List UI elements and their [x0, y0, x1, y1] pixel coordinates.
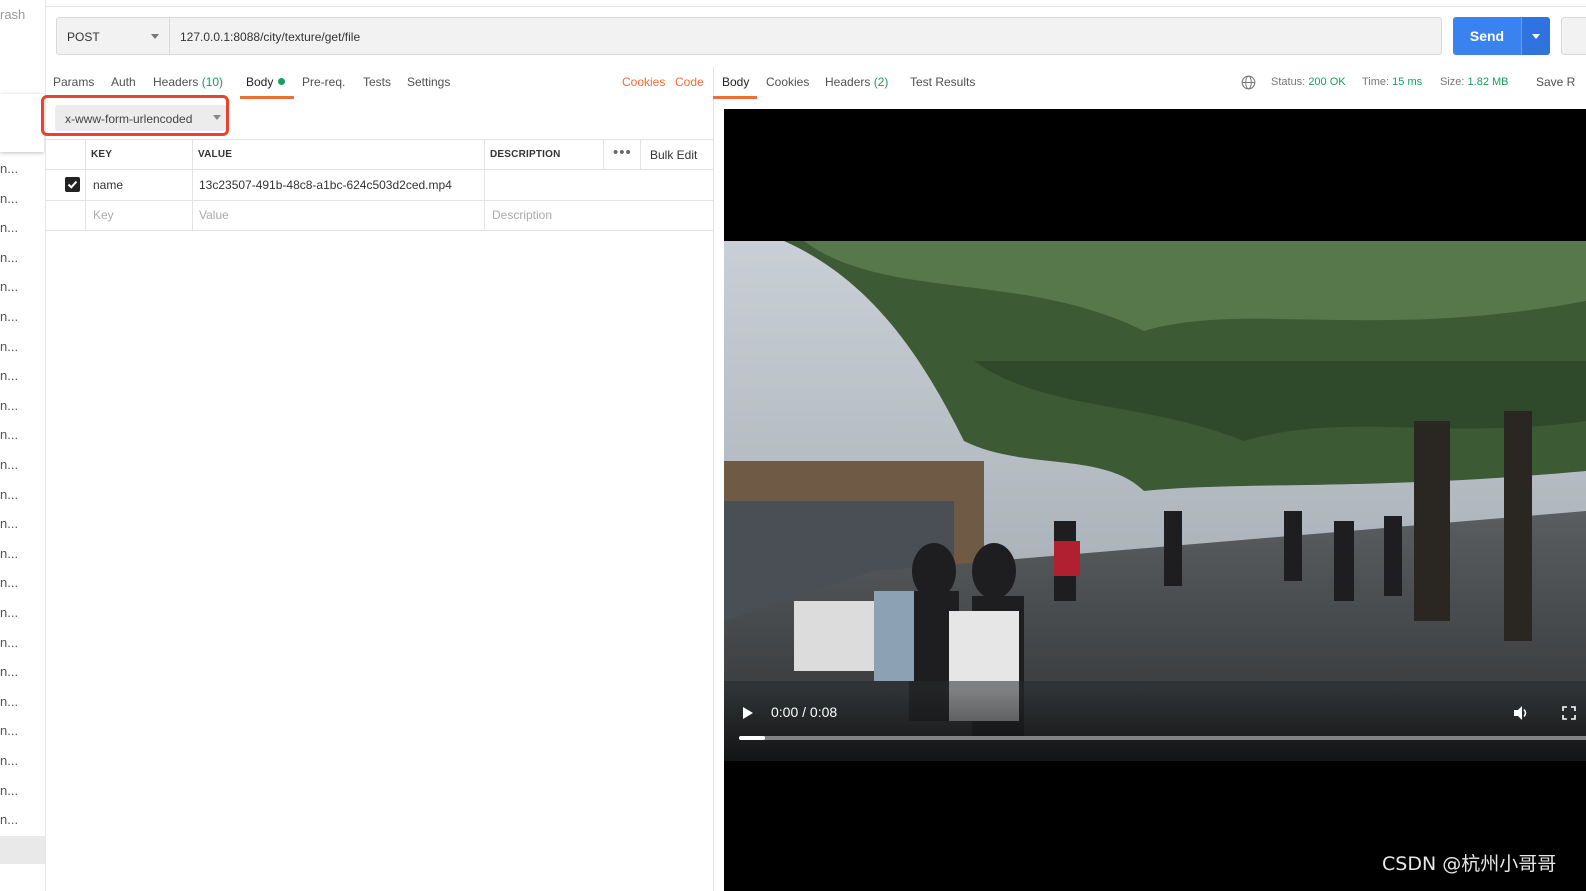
code-link[interactable]: Code — [675, 75, 704, 89]
url-value: 127.0.0.1:8088/city/texture/get/file — [180, 30, 361, 44]
chevron-down-icon — [1532, 34, 1540, 39]
status-info: Status: 200 OK — [1271, 76, 1346, 88]
new-description-input[interactable]: Description — [492, 208, 552, 222]
response-tab-body[interactable]: Body — [722, 75, 749, 89]
video-controls — [724, 691, 1586, 761]
bulk-edit-link[interactable]: Bulk Edit — [650, 148, 697, 162]
sidebar-item[interactable]: n... — [0, 724, 18, 738]
sidebar-item[interactable]: n... — [0, 665, 18, 679]
checkmark-icon — [67, 180, 78, 189]
status-label: Status: — [1271, 76, 1306, 88]
tab-body[interactable]: Body — [246, 75, 286, 89]
response-tab-test-results[interactable]: Test Results — [910, 75, 975, 89]
sidebar-item[interactable]: n... — [0, 428, 18, 442]
save-button[interactable] — [1561, 17, 1586, 55]
cookies-link[interactable]: Cookies — [622, 75, 665, 89]
row-key-cell[interactable]: name — [93, 178, 123, 192]
column-header-value: VALUE — [198, 149, 233, 160]
sidebar-item[interactable]: n... — [0, 458, 18, 472]
sidebar-item[interactable]: n... — [0, 250, 18, 265]
sidebar-item[interactable]: n... — [0, 546, 18, 561]
row-value-cell[interactable]: 13c23507-491b-48c8-a1bc-624c503d2ced.mp4 — [199, 178, 452, 192]
tab-headers-label: Headers — [153, 75, 199, 89]
response-tab-cookies[interactable]: Cookies — [766, 75, 809, 89]
video-frame — [724, 241, 1586, 761]
column-header-key: KEY — [91, 149, 113, 160]
size-label: Size: — [1440, 76, 1465, 88]
tab-tests[interactable]: Tests — [363, 75, 391, 89]
tab-prereq[interactable]: Pre-req. — [302, 75, 345, 89]
panel-divider[interactable] — [713, 67, 714, 891]
tab-auth[interactable]: Auth — [111, 75, 136, 89]
row-checkbox[interactable] — [65, 177, 80, 192]
sidebar-item[interactable]: n... — [0, 635, 18, 650]
time-value: 15 ms — [1392, 76, 1423, 88]
status-value: 200 OK — [1308, 76, 1346, 88]
tab-headers[interactable]: Headers (10) — [153, 75, 223, 89]
response-tab-headers-label: Headers — [825, 75, 871, 89]
sidebar-item[interactable]: n... — [0, 754, 18, 768]
sidebar-item-active[interactable] — [0, 836, 45, 864]
more-options-icon[interactable]: ••• — [613, 144, 632, 161]
tab-settings[interactable]: Settings — [407, 75, 450, 89]
play-icon[interactable] — [742, 706, 754, 720]
volume-icon[interactable] — [1512, 704, 1530, 722]
size-value: 1.82 MB — [1467, 76, 1509, 88]
tab-headers-count: (10) — [201, 75, 224, 89]
body-indicator-dot — [278, 78, 286, 85]
sidebar-item[interactable]: n... — [0, 221, 18, 235]
sidebar-popup — [0, 94, 44, 152]
method-select[interactable]: POST — [56, 17, 169, 55]
time-info: Time: 15 ms — [1362, 76, 1422, 88]
sidebar-item[interactable]: n... — [0, 339, 18, 354]
size-info: Size: 1.82 MB — [1440, 76, 1509, 88]
sidebar-item[interactable]: n... — [0, 369, 18, 383]
video-progress-bar[interactable] — [739, 736, 1586, 740]
send-button[interactable]: Send — [1453, 17, 1521, 55]
sidebar-item[interactable]: n... — [0, 576, 18, 590]
send-options-button[interactable] — [1521, 17, 1550, 55]
fullscreen-icon[interactable] — [1562, 706, 1576, 720]
save-response-button[interactable]: Save R — [1536, 75, 1575, 89]
trash-link[interactable]: rash — [0, 7, 25, 22]
response-tab-headers-count: (2) — [873, 75, 889, 89]
video-progress-fill — [739, 736, 765, 740]
column-header-description: DESCRIPTION — [490, 149, 561, 160]
sidebar-item[interactable]: n... — [0, 694, 18, 709]
highlight-box — [41, 95, 229, 136]
sidebar-item[interactable]: n... — [0, 487, 18, 502]
new-value-input[interactable]: Value — [199, 208, 229, 222]
tab-params[interactable]: Params — [53, 75, 94, 89]
chevron-down-icon — [151, 34, 159, 39]
globe-icon[interactable] — [1241, 75, 1256, 90]
video-time: 0:00 / 0:08 — [771, 704, 838, 720]
collections-sidebar: rash n... n... n... n... n... n... n... n... n..… — [0, 0, 46, 891]
tab-body-label: Body — [246, 75, 274, 89]
sidebar-item[interactable]: n... — [0, 606, 18, 620]
time-label: Time: — [1362, 76, 1390, 88]
sidebar-item[interactable]: n... — [0, 813, 18, 827]
sidebar-item[interactable]: n... — [0, 280, 18, 294]
watermark: CSDN @杭州小哥哥 — [1382, 853, 1557, 875]
sidebar-item[interactable]: n... — [0, 783, 18, 798]
active-tab-underline — [240, 96, 294, 99]
method-value: POST — [67, 30, 100, 44]
response-active-tab-underline — [713, 96, 757, 99]
sidebar-item[interactable]: n... — [0, 398, 18, 413]
video-player[interactable]: 0:00 / 0:08 — [724, 109, 1586, 891]
sidebar-item[interactable]: n... — [0, 191, 18, 206]
url-input[interactable]: 127.0.0.1:8088/city/texture/get/file — [169, 17, 1442, 55]
sidebar-item[interactable]: n... — [0, 517, 18, 531]
new-key-input[interactable]: Key — [93, 208, 114, 222]
sidebar-item[interactable]: n... — [0, 162, 18, 176]
response-tab-headers[interactable]: Headers (2) — [825, 75, 888, 89]
sidebar-item[interactable]: n... — [0, 310, 18, 324]
